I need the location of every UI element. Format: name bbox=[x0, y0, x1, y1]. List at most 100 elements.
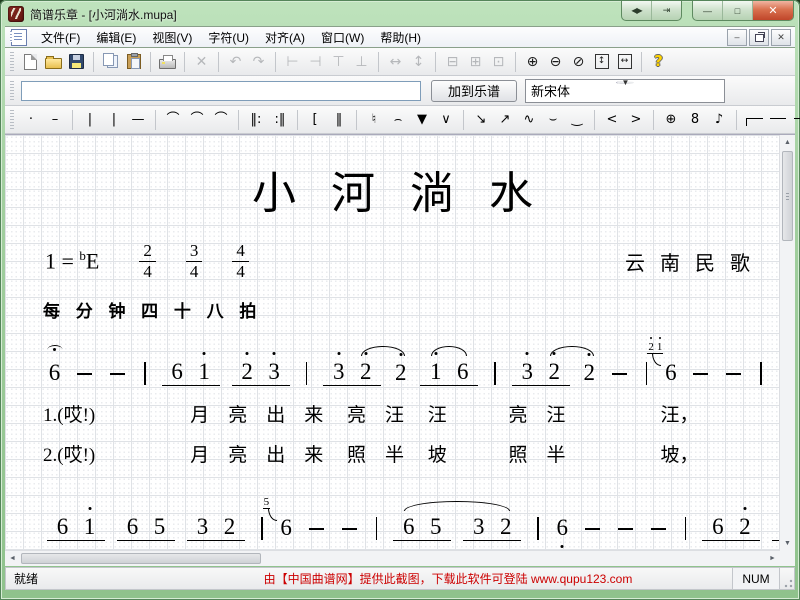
time-signature: 44 bbox=[232, 241, 249, 281]
natural-symbol[interactable]: ♮ bbox=[362, 109, 386, 131]
note: 1 bbox=[428, 359, 443, 385]
zoom-out-icon[interactable]: ⊖ bbox=[544, 51, 567, 73]
menu-window[interactable]: 窗口(W) bbox=[313, 27, 372, 48]
toolbar-separator bbox=[93, 52, 94, 72]
menu-edit[interactable]: 编辑(E) bbox=[88, 27, 144, 48]
help-icon[interactable]: ? bbox=[647, 51, 670, 73]
decrescendo-symbol[interactable]: > bbox=[624, 109, 648, 131]
menu-align[interactable]: 对齐(A) bbox=[257, 27, 313, 48]
volta2-symbol[interactable] bbox=[766, 109, 790, 131]
volta1-symbol[interactable] bbox=[742, 109, 766, 131]
menu-view[interactable]: 视图(V) bbox=[144, 27, 200, 48]
maximize-button[interactable]: □ bbox=[723, 1, 753, 20]
circle-plus-symbol[interactable]: ⊕ bbox=[659, 109, 683, 131]
resize-grip[interactable] bbox=[780, 568, 794, 589]
duration-dash bbox=[77, 373, 92, 375]
music-line-2: 61653265653266226 bbox=[41, 501, 780, 541]
detach-window-button[interactable]: ⇥ bbox=[652, 1, 681, 20]
slur-symbol[interactable]: ⌒ bbox=[161, 109, 185, 131]
chevron-down-icon[interactable]: ▼ bbox=[616, 81, 634, 84]
note: 3 bbox=[331, 359, 346, 385]
close-button[interactable]: ✕ bbox=[753, 1, 793, 20]
beam-group: 65 bbox=[117, 514, 175, 541]
barline-symbol[interactable]: | bbox=[78, 109, 102, 131]
upbow-symbol[interactable]: ∨ bbox=[434, 109, 458, 131]
menu-help[interactable]: 帮助(H) bbox=[372, 27, 429, 48]
new-file-icon[interactable] bbox=[19, 51, 42, 73]
toolbar-separator bbox=[218, 52, 219, 72]
scroll-up-icon[interactable]: ▲ bbox=[780, 135, 795, 150]
fall-symbol[interactable]: ↘ bbox=[469, 109, 493, 131]
beam-group: 62 bbox=[702, 514, 760, 541]
save-file-icon[interactable] bbox=[65, 51, 88, 73]
beam-group: 32 bbox=[512, 359, 570, 386]
note-symbol[interactable]: ♪ bbox=[707, 109, 731, 131]
note: 2 bbox=[498, 514, 513, 540]
toolbar-gripper[interactable] bbox=[10, 110, 14, 130]
trill-symbol[interactable]: ∿ bbox=[517, 109, 541, 131]
mdi-close[interactable]: ✕ bbox=[771, 29, 791, 46]
minimize-button[interactable]: — bbox=[693, 1, 723, 20]
copy-icon[interactable] bbox=[99, 51, 122, 73]
print-icon[interactable] bbox=[156, 51, 179, 73]
open-file-icon[interactable] bbox=[42, 51, 65, 73]
horizontal-scrollbar[interactable]: ◄ ► bbox=[5, 550, 780, 566]
scroll-left-icon[interactable]: ◄ bbox=[5, 551, 20, 566]
segno-symbol[interactable]: 8 bbox=[683, 109, 707, 131]
time-signature: 24 bbox=[139, 241, 156, 281]
toolbar-gripper[interactable] bbox=[10, 52, 14, 72]
vertical-scroll-thumb[interactable] bbox=[782, 151, 793, 241]
repeat-end-symbol[interactable]: :‖ bbox=[268, 109, 292, 131]
vertical-scrollbar[interactable]: ▲ ▼ bbox=[779, 135, 795, 551]
lyric-text-input[interactable] bbox=[21, 81, 421, 101]
volta3-symbol[interactable] bbox=[790, 109, 800, 131]
toolbar-gripper[interactable] bbox=[10, 81, 14, 101]
double-bar-symbol[interactable]: [ bbox=[303, 109, 327, 131]
menu-char[interactable]: 字符(U) bbox=[200, 27, 257, 48]
rise-symbol[interactable]: ↗ bbox=[493, 109, 517, 131]
scroll-right-icon[interactable]: ► bbox=[765, 551, 780, 566]
status-bar: 就绪 由【中国曲谱网】提供此截图，下载此软件可登陆 www.qupu123.co… bbox=[5, 567, 795, 590]
toolbar-separator bbox=[155, 110, 156, 130]
fit-height-icon[interactable]: ↕ bbox=[590, 51, 613, 73]
mdi-minimize[interactable]: – bbox=[727, 29, 747, 46]
duration-dash bbox=[342, 528, 357, 530]
fit-width-icon[interactable]: ↔ bbox=[613, 51, 636, 73]
paste-icon[interactable] bbox=[122, 51, 145, 73]
fermata-symbol[interactable]: ⌢ bbox=[386, 109, 410, 131]
note: 6 bbox=[125, 514, 140, 540]
tempo-marking: 每 分 钟 四 十 八 拍 bbox=[43, 297, 780, 322]
bend-down-symbol[interactable]: ⌣ bbox=[541, 109, 565, 131]
slur-left-symbol[interactable]: ⌒ bbox=[185, 109, 209, 131]
crescendo-symbol[interactable]: < bbox=[600, 109, 624, 131]
note: 621 bbox=[663, 360, 678, 386]
slur-right-symbol[interactable]: ⌒ bbox=[209, 109, 233, 131]
font-select[interactable]: 新宋体 ▼ bbox=[525, 79, 725, 103]
app-icon bbox=[8, 6, 24, 22]
zoom-reset-icon[interactable]: ⊘ bbox=[567, 51, 590, 73]
repeat-start-symbol[interactable]: ‖: bbox=[244, 109, 268, 131]
zoom-in-icon[interactable]: ⊕ bbox=[521, 51, 544, 73]
scroll-down-icon[interactable]: ▼ bbox=[780, 536, 795, 551]
add-to-score-button[interactable]: 加到乐谱 bbox=[431, 80, 517, 102]
document-icon[interactable] bbox=[11, 29, 27, 46]
mdi-restore[interactable] bbox=[749, 29, 769, 46]
barline-tall-symbol[interactable]: | bbox=[102, 109, 126, 131]
beam-group: 16 bbox=[420, 359, 478, 386]
horizontal-scroll-thumb[interactable] bbox=[21, 553, 261, 564]
long-dash-symbol[interactable]: — bbox=[126, 109, 150, 131]
score-canvas[interactable]: 小 河 淌 水 1 = bE 243444 云 南 民 歌 每 分 钟 四 十 … bbox=[5, 135, 780, 551]
main-toolbar: ✕↶↷⊢⊣⊤⊥↔↕⊟⊞⊡⊕⊖⊘↕↔? bbox=[5, 48, 795, 76]
nav-prev-next-button[interactable]: ◀▶ bbox=[622, 1, 652, 20]
note: 5 bbox=[428, 514, 443, 540]
final-bar-symbol[interactable]: ‖ bbox=[327, 109, 351, 131]
symbols-toolbar: ·–||—⌒⌒⌒‖::‖[‖♮⌢▼∨↘↗∿⌣‿<>⊕8♪ bbox=[5, 106, 795, 134]
accent-symbol[interactable]: ▼ bbox=[410, 109, 434, 131]
status-notice: 由【中国曲谱网】提供此截图，下载此软件可登陆 www.qupu123.com bbox=[164, 570, 732, 587]
bend-up-symbol[interactable]: ‿ bbox=[565, 109, 589, 131]
menu-file[interactable]: 文件(F) bbox=[33, 27, 88, 48]
toolbar-separator bbox=[72, 110, 73, 130]
dot-symbol[interactable]: · bbox=[19, 109, 43, 131]
note: 6 bbox=[401, 514, 416, 540]
dash-symbol[interactable]: – bbox=[43, 109, 67, 131]
